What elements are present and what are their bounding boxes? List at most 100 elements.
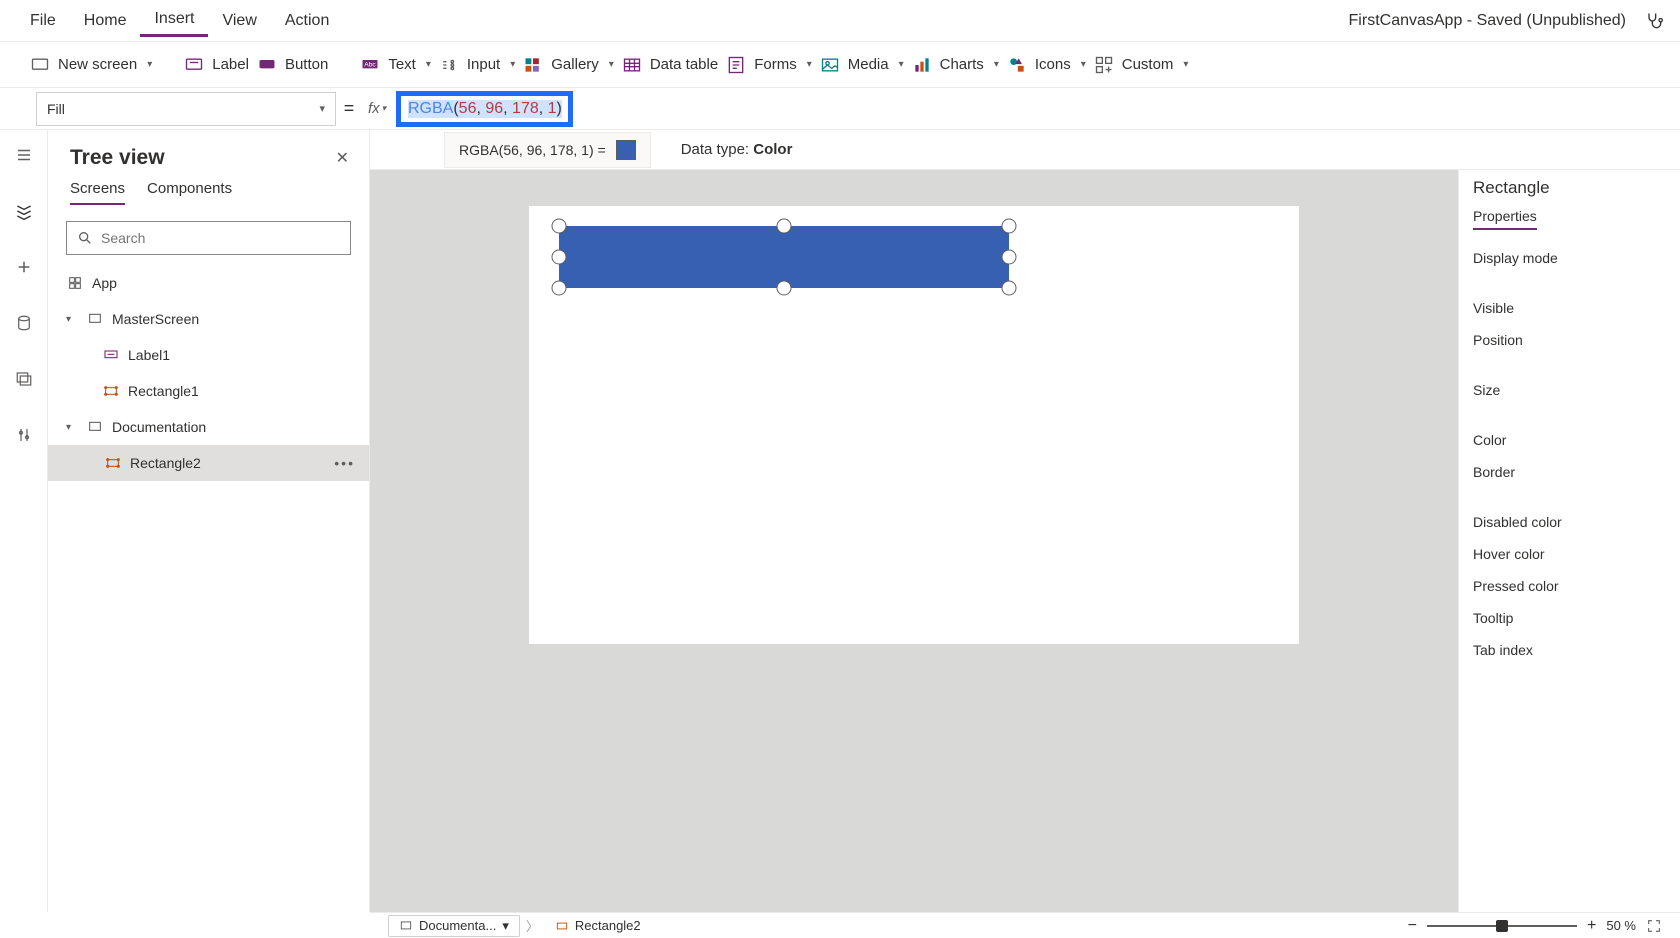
- formula-result-box: RGBA(56, 96, 178, 1) =: [444, 132, 651, 168]
- insert-icon[interactable]: [9, 252, 39, 282]
- prop-visible[interactable]: Visible: [1473, 292, 1666, 324]
- data-type-label: Data type: Color: [681, 141, 793, 158]
- chevron-down-icon: ▾: [899, 59, 904, 70]
- properties-panel: Rectangle Properties Display mode Visibl…: [1458, 170, 1680, 912]
- breadcrumb-control[interactable]: Rectangle2: [545, 916, 651, 935]
- data-icon[interactable]: [9, 308, 39, 338]
- screen-icon: [86, 418, 104, 436]
- fit-to-screen-icon[interactable]: [1646, 918, 1662, 934]
- charts-button[interactable]: Charts ▾: [912, 55, 999, 75]
- search-box[interactable]: [66, 221, 351, 255]
- zoom-out-button[interactable]: −: [1408, 917, 1417, 935]
- input-icon: [439, 55, 459, 75]
- media-panel-icon[interactable]: [9, 364, 39, 394]
- chevron-down-icon[interactable]: ▾: [66, 422, 78, 433]
- property-selector[interactable]: Fill ▾: [36, 92, 336, 126]
- button-button[interactable]: Button: [257, 55, 328, 75]
- tab-screens[interactable]: Screens: [70, 180, 125, 205]
- chevron-down-icon: ▾: [382, 103, 387, 114]
- breadcrumb-separator: 〉: [526, 916, 539, 935]
- more-icon[interactable]: •••: [334, 455, 355, 471]
- text-label: Text: [388, 56, 416, 73]
- gallery-label: Gallery: [551, 56, 599, 73]
- label-button[interactable]: Label: [184, 55, 249, 75]
- breadcrumb-screen[interactable]: Documenta... ▾: [388, 915, 520, 937]
- label-label: Label: [212, 56, 249, 73]
- formula-bar: Fill ▾ = fx▾ RGBA(56, 96, 178, 1): [0, 88, 1680, 130]
- forms-button[interactable]: Forms ▾: [726, 55, 812, 75]
- close-icon[interactable]: ✕: [336, 148, 349, 168]
- prop-disabled-color[interactable]: Disabled color: [1473, 506, 1666, 538]
- prop-border[interactable]: Border: [1473, 456, 1666, 488]
- icons-button[interactable]: Icons ▾: [1007, 55, 1086, 75]
- advanced-tools-icon[interactable]: [9, 420, 39, 450]
- chevron-down-icon: ▾: [807, 59, 812, 70]
- search-input[interactable]: [101, 230, 340, 246]
- prop-position[interactable]: Position: [1473, 324, 1666, 356]
- menu-file[interactable]: File: [16, 6, 70, 36]
- hamburger-icon[interactable]: [9, 140, 39, 170]
- prop-tab-index[interactable]: Tab index: [1473, 634, 1666, 666]
- tree-node-documentation[interactable]: ▾ Documentation: [48, 409, 369, 445]
- properties-header: Rectangle: [1473, 178, 1666, 198]
- tree-node-label: MasterScreen: [112, 311, 199, 327]
- zoom-percent: 50 %: [1606, 918, 1636, 933]
- menu-bar: File Home Insert View Action FirstCanvas…: [0, 0, 1680, 42]
- zoom-in-button[interactable]: +: [1587, 917, 1596, 935]
- tree-node-app[interactable]: App: [48, 265, 369, 301]
- menu-action[interactable]: Action: [271, 6, 343, 36]
- button-label: Button: [285, 56, 328, 73]
- text-button[interactable]: Abc Text ▾: [360, 55, 431, 75]
- chevron-down-icon: ▾: [426, 59, 431, 70]
- gallery-button[interactable]: Gallery ▾: [523, 55, 614, 75]
- breadcrumb: Documenta... ▾ 〉 Rectangle2: [370, 915, 651, 937]
- fx-button[interactable]: fx▾: [362, 100, 396, 117]
- tab-components[interactable]: Components: [147, 180, 232, 205]
- tree-node-rectangle1[interactable]: Rectangle1: [48, 373, 369, 409]
- chevron-down-icon: ▾: [609, 59, 614, 70]
- tree-view-icon[interactable]: [9, 196, 39, 226]
- rectangle-icon: [104, 454, 122, 472]
- chevron-down-icon: ▾: [502, 918, 509, 934]
- zoom-slider[interactable]: [1427, 925, 1577, 927]
- menu-view[interactable]: View: [208, 6, 270, 36]
- menu-home[interactable]: Home: [70, 6, 141, 36]
- prop-display-mode[interactable]: Display mode: [1473, 242, 1666, 274]
- icons-icon: [1007, 55, 1027, 75]
- app-checker-icon[interactable]: [1644, 11, 1664, 31]
- button-icon: [257, 55, 277, 75]
- prop-size[interactable]: Size: [1473, 374, 1666, 406]
- data-table-icon: [622, 55, 642, 75]
- custom-label: Custom: [1122, 56, 1174, 73]
- chevron-down-icon[interactable]: ▾: [66, 314, 78, 325]
- formula-result-text: RGBA(56, 96, 178, 1) =: [459, 142, 606, 158]
- prop-color[interactable]: Color: [1473, 424, 1666, 456]
- tree-node-label: App: [92, 275, 117, 291]
- media-label: Media: [848, 56, 889, 73]
- tree-node-label: Rectangle1: [128, 383, 199, 399]
- custom-button[interactable]: Custom ▾: [1094, 55, 1189, 75]
- prop-pressed-color[interactable]: Pressed color: [1473, 570, 1666, 602]
- breadcrumb-label: Rectangle2: [575, 918, 641, 933]
- tree-node-label: Label1: [128, 347, 170, 363]
- label-icon: [102, 346, 120, 364]
- media-button[interactable]: Media ▾: [820, 55, 904, 75]
- input-label: Input: [467, 56, 500, 73]
- tree-node-masterscreen[interactable]: ▾ MasterScreen: [48, 301, 369, 337]
- canvas-area[interactable]: [370, 170, 1458, 912]
- menu-insert[interactable]: Insert: [140, 4, 208, 37]
- tree-node-rectangle2[interactable]: Rectangle2 •••: [48, 445, 369, 481]
- properties-tab[interactable]: Properties: [1473, 208, 1537, 230]
- formula-input[interactable]: RGBA(56, 96, 178, 1): [407, 100, 562, 118]
- new-screen-button[interactable]: New screen ▾: [30, 55, 152, 75]
- artboard[interactable]: [529, 206, 1299, 644]
- data-table-button[interactable]: Data table: [622, 55, 718, 75]
- rectangle-shape[interactable]: [559, 226, 1009, 288]
- prop-hover-color[interactable]: Hover color: [1473, 538, 1666, 570]
- tree-node-label1[interactable]: Label1: [48, 337, 369, 373]
- input-button[interactable]: Input ▾: [439, 55, 515, 75]
- formula-token-fn: RGBA: [408, 100, 453, 118]
- svg-text:Abc: Abc: [365, 61, 377, 68]
- chevron-down-icon: ▾: [1081, 59, 1086, 70]
- prop-tooltip[interactable]: Tooltip: [1473, 602, 1666, 634]
